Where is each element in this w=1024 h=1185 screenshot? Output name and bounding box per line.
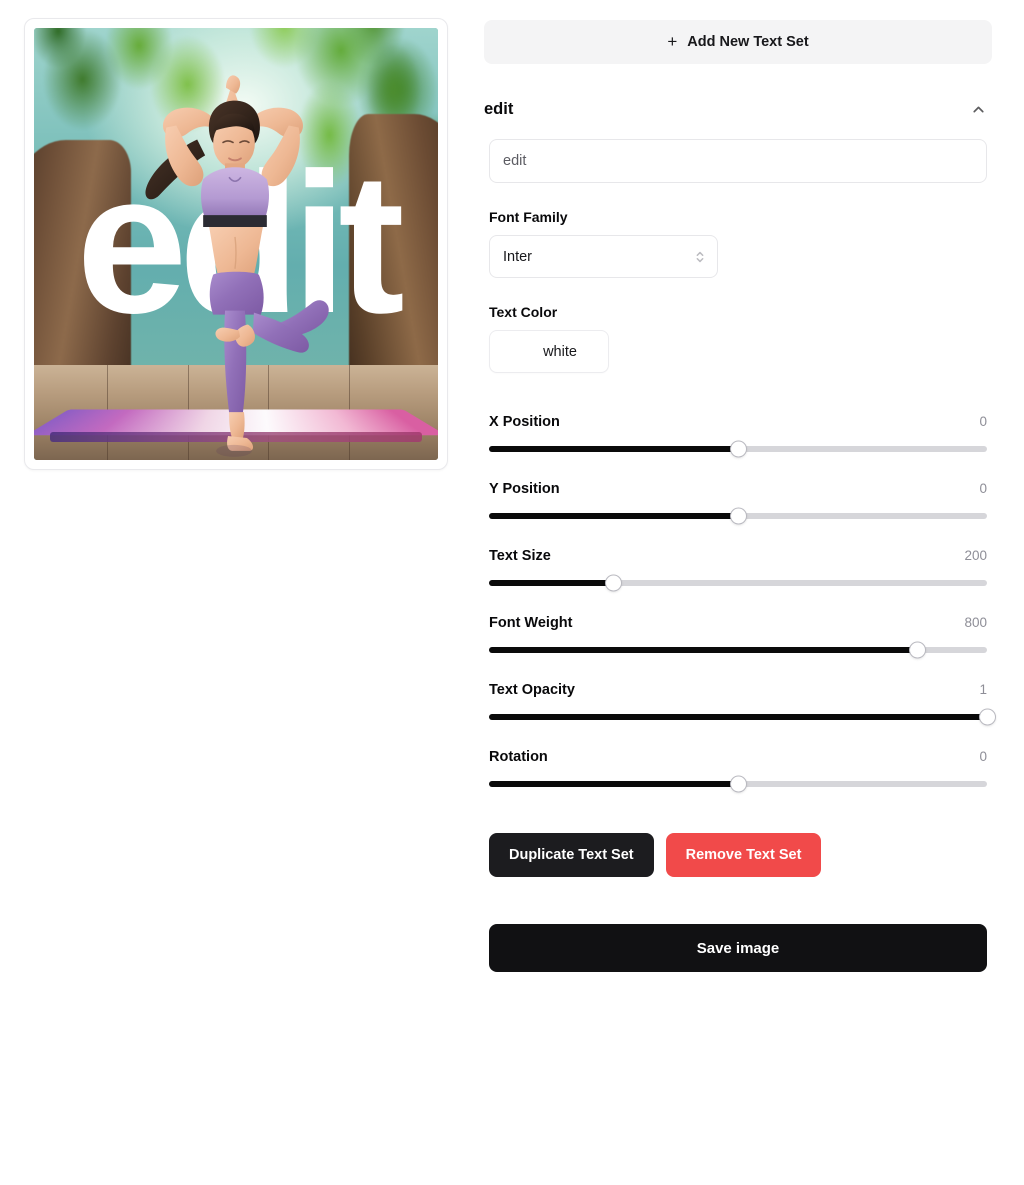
remove-text-set-button[interactable]: Remove Text Set: [665, 833, 822, 877]
save-image-button[interactable]: Save image: [489, 924, 987, 972]
subject-figure: [145, 75, 329, 457]
slider-font-weight: Font Weight 800: [489, 615, 987, 659]
slider-thumb[interactable]: [908, 641, 926, 659]
slider-value: 1: [979, 682, 987, 697]
slider-label: Font Weight: [489, 615, 573, 631]
slider-header: Rotation 0: [489, 749, 987, 765]
controls-panel: + Add New Text Set edit Font Family Inte…: [470, 0, 1024, 972]
text-set-actions: Duplicate Text Set Remove Text Set: [484, 833, 992, 877]
add-new-text-set-label: Add New Text Set: [687, 34, 809, 50]
text-set-body: Font Family Inter Text Color white X Pos…: [484, 128, 996, 793]
text-set-accordion-header[interactable]: edit: [484, 90, 992, 128]
text-behind-image-editor: edit: [0, 0, 1024, 1185]
slider-track[interactable]: [489, 775, 987, 793]
slider-label: Y Position: [489, 481, 560, 497]
slider-thumb[interactable]: [729, 440, 747, 458]
slider-label: Rotation: [489, 749, 548, 765]
slider-fill: [489, 446, 738, 452]
text-color-button[interactable]: white: [489, 330, 609, 373]
slider-value: 800: [964, 615, 987, 630]
slider-thumb[interactable]: [729, 775, 747, 793]
slider-label: Text Opacity: [489, 682, 575, 698]
duplicate-text-set-button[interactable]: Duplicate Text Set: [489, 833, 654, 877]
slider-fill: [489, 580, 614, 586]
slider-y-position: Y Position 0: [489, 481, 987, 525]
slider-value: 0: [979, 414, 987, 429]
chevron-up-icon[interactable]: [970, 101, 987, 118]
font-family-value: Inter: [503, 248, 533, 265]
text-color-label: Text Color: [489, 304, 558, 320]
slider-track[interactable]: [489, 641, 987, 659]
slider-fill: [489, 714, 987, 720]
slider-fill: [489, 781, 738, 787]
slider-header: X Position 0: [489, 414, 987, 430]
font-family-select-wrapper[interactable]: Inter: [489, 235, 718, 278]
slider-label: Text Size: [489, 548, 551, 564]
image-canvas[interactable]: edit: [34, 28, 438, 460]
slider-track[interactable]: [489, 574, 987, 592]
slider-header: Text Size 200: [489, 548, 987, 564]
slider-track[interactable]: [489, 507, 987, 525]
plus-icon: +: [667, 31, 678, 51]
slider-header: Font Weight 800: [489, 615, 987, 631]
text-set-title: edit: [484, 99, 514, 118]
text-color-value: white: [543, 343, 577, 360]
text-content-input[interactable]: [489, 139, 987, 183]
slider-value: 0: [979, 749, 987, 764]
slider-track[interactable]: [489, 708, 996, 726]
slider-fill: [489, 513, 738, 519]
preview-column: edit: [0, 0, 470, 470]
slider-x-position: X Position 0: [489, 414, 987, 458]
slider-header: Text Opacity 1: [489, 682, 987, 698]
slider-track[interactable]: [489, 440, 987, 458]
slider-thumb[interactable]: [978, 708, 996, 726]
slider-value: 200: [964, 548, 987, 563]
font-family-label: Font Family: [489, 209, 568, 225]
slider-fill: [489, 647, 918, 653]
slider-thumb[interactable]: [605, 574, 622, 592]
slider-value: 0: [979, 481, 987, 496]
slider-rotation: Rotation 0: [489, 749, 987, 793]
slider-thumb[interactable]: [729, 507, 747, 525]
image-preview-card[interactable]: edit: [24, 18, 448, 470]
slider-text-opacity: Text Opacity 1: [489, 682, 996, 726]
slider-text-size: Text Size 200: [489, 548, 987, 592]
font-family-select[interactable]: Inter: [489, 235, 718, 278]
add-new-text-set-button[interactable]: + Add New Text Set: [484, 20, 992, 64]
slider-label: X Position: [489, 414, 560, 430]
slider-header: Y Position 0: [489, 481, 987, 497]
